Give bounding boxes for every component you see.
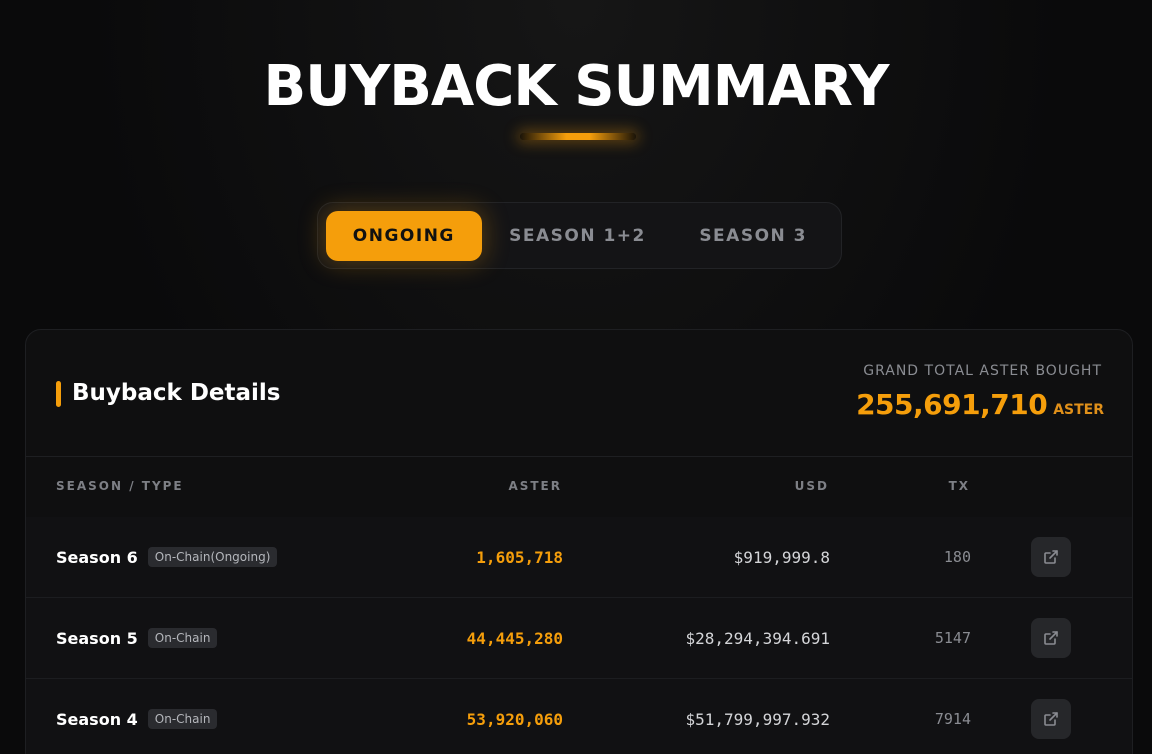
- table-row: Season 5 On-Chain 44,445,280 $28,294,394…: [26, 598, 1132, 679]
- season-cell: Season 5 On-Chain: [56, 598, 218, 678]
- external-link-icon: [1044, 712, 1058, 726]
- tx-count: 7914: [934, 710, 971, 728]
- external-link-icon: [1044, 631, 1058, 645]
- grand-total: 255,691,710 ASTER: [856, 388, 1104, 421]
- type-badge: On-Chain(Ongoing): [147, 547, 278, 567]
- usd-amount: $28,294,394.691: [685, 628, 831, 648]
- grand-total-label: GRAND TOTAL ASTER BOUGHT: [863, 363, 1102, 379]
- usd-amount: $919,999.8: [733, 547, 830, 567]
- title-underline: [520, 133, 636, 140]
- table-row: Season 6 On-Chain(Ongoing) 1,605,718 $91…: [26, 517, 1132, 598]
- tx-count: 5147: [934, 629, 971, 647]
- external-link-button[interactable]: [1031, 699, 1071, 739]
- aster-amount: 53,920,060: [466, 709, 563, 729]
- external-link-button[interactable]: [1031, 618, 1071, 658]
- usd-amount: $51,799,997.932: [685, 709, 831, 729]
- season-cell: Season 4 On-Chain: [56, 679, 218, 754]
- grand-total-unit: ASTER: [1053, 402, 1104, 418]
- season-name: Season 6: [56, 547, 138, 567]
- header-tx: TX: [948, 479, 970, 493]
- season-cell: Season 6 On-Chain(Ongoing): [56, 517, 278, 597]
- accent-bar: [56, 381, 61, 407]
- header-usd: USD: [794, 479, 829, 493]
- aster-amount: 44,445,280: [466, 628, 563, 648]
- header-season-type: SEASON / TYPE: [56, 479, 184, 493]
- tab-season-3[interactable]: SEASON 3: [673, 211, 833, 261]
- aster-amount: 1,605,718: [476, 547, 563, 567]
- external-link-icon: [1044, 550, 1058, 564]
- tab-ongoing[interactable]: ONGOING: [326, 210, 482, 261]
- season-name: Season 5: [56, 628, 138, 648]
- table-row: Season 4 On-Chain 53,920,060 $51,799,997…: [26, 679, 1132, 754]
- table-header: SEASON / TYPE ASTER USD TX: [26, 457, 1132, 517]
- header-aster: ASTER: [508, 479, 562, 493]
- grand-total-value: 255,691,710: [856, 388, 1048, 421]
- season-tabs: ONGOING SEASON 1+2 SEASON 3: [317, 202, 842, 269]
- buyback-details-card: Buyback Details GRAND TOTAL ASTER BOUGHT…: [25, 329, 1133, 754]
- card-title: Buyback Details: [72, 380, 281, 406]
- page-title: BUYBACK SUMMARY: [263, 54, 890, 119]
- tab-season-1-2[interactable]: SEASON 1+2: [482, 211, 674, 261]
- external-link-button[interactable]: [1031, 537, 1071, 577]
- type-badge: On-Chain: [147, 709, 218, 729]
- card-header: Buyback Details GRAND TOTAL ASTER BOUGHT…: [26, 330, 1132, 457]
- type-badge: On-Chain: [147, 628, 218, 648]
- tx-count: 180: [943, 548, 971, 566]
- season-name: Season 4: [56, 709, 138, 729]
